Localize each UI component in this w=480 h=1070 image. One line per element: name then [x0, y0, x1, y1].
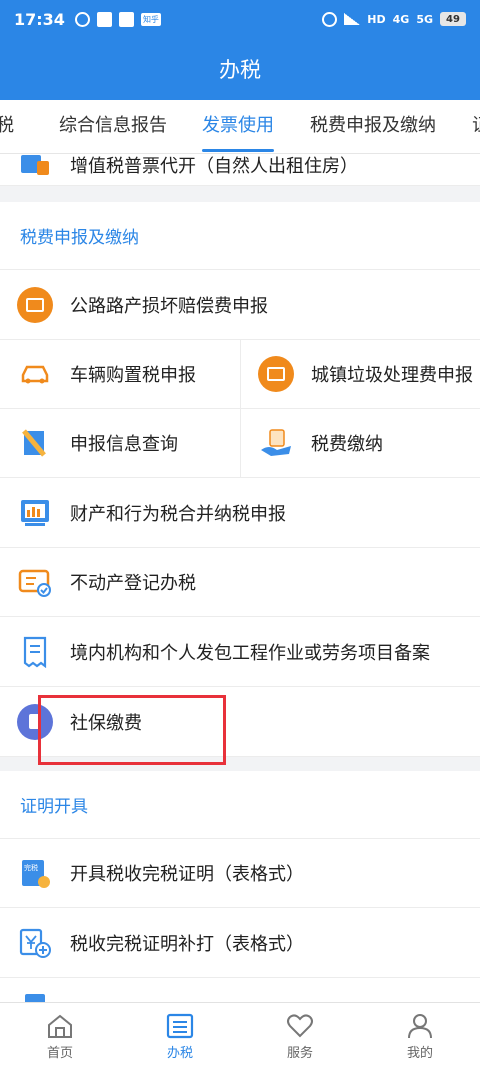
invoice-icon	[17, 154, 53, 183]
status-time: 17:34	[14, 9, 65, 29]
tab-tax[interactable]: 税	[0, 100, 14, 154]
signal-4g-icon: 4G	[392, 12, 410, 26]
receipt-list-icon	[17, 634, 53, 670]
bottom-nav: 首页 办税 服务 我的	[0, 1002, 480, 1070]
tab-certificate[interactable]: 证	[472, 100, 480, 154]
signal-5g-icon: 5G	[416, 12, 433, 26]
yuan-add-icon	[17, 925, 53, 961]
content-area[interactable]: 增值税普票代开（自然人出租住房） 税费申报及缴纳 公路路产损坏赔偿费申报 车辆购…	[0, 154, 480, 1002]
item-real-estate[interactable]: 不动产登记办税	[0, 548, 480, 617]
item-road-damage[interactable]: 公路路产损坏赔偿费申报	[0, 270, 480, 340]
user-icon	[408, 1013, 432, 1038]
play-icon	[96, 11, 112, 27]
tax-certificate-icon: 完税	[17, 855, 53, 891]
battery-icon: 49	[440, 12, 466, 26]
nav-tax[interactable]: 办税	[120, 1003, 240, 1070]
list-item-partial-bottom[interactable]	[0, 978, 480, 1002]
page-title: 办税	[219, 58, 261, 82]
document-search-icon	[17, 425, 53, 461]
orange-calendar-icon	[258, 356, 294, 392]
fan-icon	[118, 11, 134, 27]
signal-icon	[344, 13, 361, 25]
zhihu-icon: 知乎	[140, 12, 161, 26]
item-garbage-fee[interactable]: 城镇垃圾处理费申报	[240, 340, 480, 409]
list-icon	[166, 1013, 194, 1038]
tab-tax-declare[interactable]: 税费申报及缴纳	[310, 100, 436, 154]
item-property-tax[interactable]: 财产和行为税合并纳税申报	[0, 478, 480, 548]
home-icon	[48, 1014, 72, 1038]
mute-icon	[322, 11, 338, 27]
section-title-cert: 证明开具	[0, 771, 480, 839]
item-vehicle-tax[interactable]: 车辆购置税申报	[0, 340, 240, 409]
status-bar: 17:34 知乎 HD 4G 5G 49	[0, 0, 480, 38]
item-declare-query[interactable]: 申报信息查询	[0, 409, 240, 478]
svg-text:完税: 完税	[24, 863, 38, 872]
item-tax-payment[interactable]: 税费缴纳	[240, 409, 480, 478]
nav-home[interactable]: 首页	[0, 1003, 120, 1070]
item-project-filing[interactable]: 境内机构和个人发包工程作业或劳务项目备案	[0, 617, 480, 687]
list-item-partial[interactable]: 增值税普票代开（自然人出租住房）	[0, 154, 480, 186]
car-icon	[17, 356, 53, 392]
item-tax-certificate[interactable]: 完税 开具税收完税证明（表格式）	[0, 839, 480, 908]
tax-hand-icon	[258, 425, 294, 461]
k-app-icon	[74, 11, 90, 27]
partial-icon	[17, 992, 53, 1002]
tab-info-report[interactable]: 综合信息报告	[59, 100, 167, 154]
tab-bar: 税 综合信息报告 发票使用 税费申报及缴纳 证	[0, 100, 480, 154]
orange-receipt-icon	[17, 286, 53, 323]
nav-service[interactable]: 服务	[240, 1003, 360, 1070]
highlight-box	[38, 695, 226, 765]
section-title-tax: 税费申报及缴纳	[0, 202, 480, 270]
nav-mine[interactable]: 我的	[360, 1003, 480, 1070]
title-bar: 办税	[0, 38, 480, 100]
item-certificate-reprint[interactable]: 税收完税证明补打（表格式）	[0, 908, 480, 978]
chart-board-icon	[17, 495, 53, 531]
ticket-check-icon	[17, 564, 53, 600]
hd-icon: HD	[367, 12, 386, 26]
tab-invoice-use[interactable]: 发票使用	[202, 100, 274, 154]
heart-icon	[287, 1013, 313, 1037]
